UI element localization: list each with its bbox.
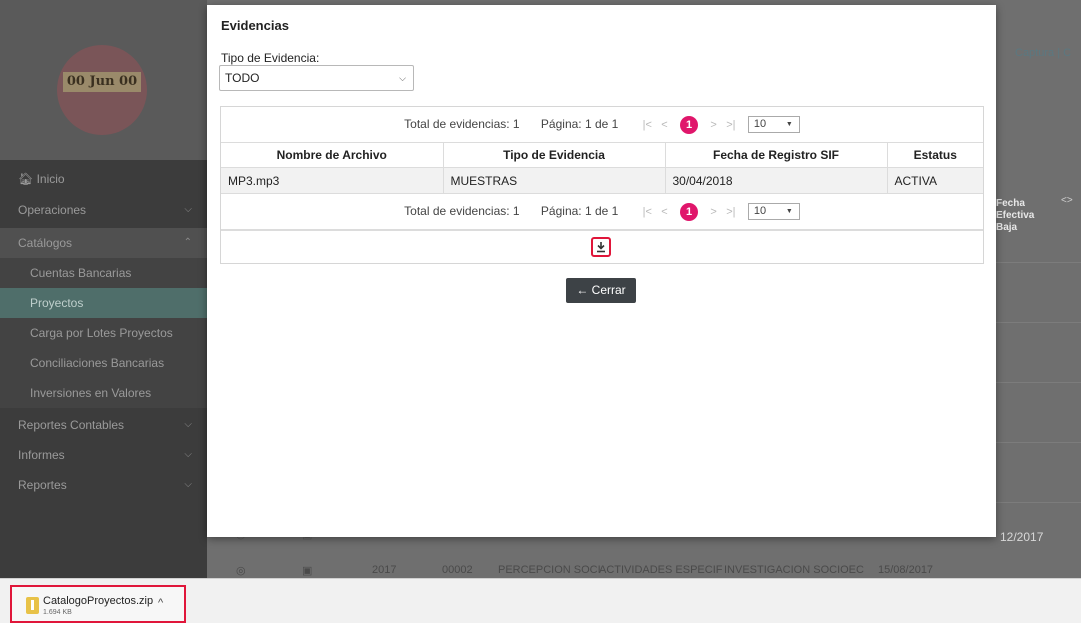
download-icon <box>597 242 605 253</box>
evidencias-modal: Evidencias Tipo de Evidencia: TODO ⌵ Tot… <box>207 5 996 537</box>
evidence-table: Total de evidencias: 1 Página: 1 de 1 |<… <box>220 106 984 264</box>
sidebar-item-proyectos[interactable]: Proyectos <box>0 288 207 318</box>
table-cell: ACTIVIDADES ESPECIF <box>599 564 723 576</box>
registration-date-cell: 30/04/2018 <box>665 167 888 194</box>
chevron-down-icon: ⌵ <box>399 73 406 83</box>
row-divider <box>996 442 1081 443</box>
column-header[interactable]: Tipo de Evidencia <box>443 143 666 168</box>
chevron-down-icon: ⌵ <box>184 204 192 215</box>
chevron-up-icon: ⌃ <box>183 237 192 248</box>
sidebar-item-inversiones[interactable]: Inversiones en Valores <box>0 378 207 408</box>
evidence-grid: Nombre de Archivo Tipo de Evidencia Fech… <box>221 143 983 194</box>
page-1-button[interactable]: 1 <box>680 115 699 134</box>
pager-total: Total de evidencias: 1 <box>404 204 520 218</box>
sidebar-item-reportes-contables[interactable]: Reportes Contables ⌵ <box>0 410 207 440</box>
evidence-type-label: Tipo de Evidencia: <box>221 51 320 65</box>
download-button[interactable] <box>591 237 611 257</box>
page-1-button[interactable]: 1 <box>680 202 699 221</box>
sidebar-item-cuentas-bancarias[interactable]: Cuentas Bancarias <box>0 258 207 288</box>
close-button[interactable]: ← Cerrar <box>566 278 636 303</box>
table-row[interactable]: MP3.mp3 MUESTRAS 30/04/2018 ACTIVA <box>221 167 983 194</box>
file-name-cell: MP3.mp3 <box>221 167 444 194</box>
sidebar-item-label: Informes <box>18 448 65 462</box>
pager-total: Total de evidencias: 1 <box>404 117 520 131</box>
table-cell: 2017 <box>372 564 397 576</box>
table-cell: PERCEPCION SOCI <box>498 564 601 576</box>
last-page-icon[interactable]: >| <box>726 206 735 218</box>
chevron-down-icon: ⌵ <box>184 479 192 490</box>
sidebar: 00 Jun 00 🏠︎ Inicio Operaciones ⌵ Catálo… <box>0 0 207 578</box>
next-page-icon[interactable]: > <box>710 206 716 218</box>
sidebar-item-label: Conciliaciones Bancarias <box>30 356 165 370</box>
document-icon[interactable]: ▣ <box>302 564 312 577</box>
zip-file-icon <box>26 597 39 614</box>
table-cell: 00002 <box>442 564 473 576</box>
chevron-up-icon[interactable]: ^ <box>158 597 163 609</box>
modal-title: Evidencias <box>221 18 289 33</box>
column-header[interactable]: Estatus <box>887 143 983 168</box>
dropdown-triangle-icon: ▼ <box>785 121 793 129</box>
download-file-size: 1.694 KB <box>43 609 72 616</box>
prev-page-icon[interactable]: < <box>661 206 667 218</box>
pager-bottom: Total de evidencias: 1 Página: 1 de 1 |<… <box>221 194 983 230</box>
table-cell: INVESTIGACION SOCIOEC <box>724 564 864 576</box>
download-bar: CatalogoProyectos.zip 1.694 KB ^ <box>0 578 1081 623</box>
row-divider <box>996 502 1081 503</box>
evidence-type-select[interactable]: TODO ⌵ <box>219 65 414 91</box>
sidebar-item-label: Operaciones <box>18 203 87 217</box>
dropdown-triangle-icon: ▼ <box>785 208 793 216</box>
prev-page-icon[interactable]: < <box>661 119 667 131</box>
row-divider <box>996 322 1081 323</box>
logo-area: 00 Jun 00 <box>0 0 207 160</box>
page-size-value: 10 <box>753 205 767 218</box>
pager-top: Total de evidencias: 1 Página: 1 de 1 |<… <box>221 107 983 143</box>
first-page-icon[interactable]: |< <box>643 119 652 131</box>
table-cell: 15/08/2017 <box>878 564 934 576</box>
first-page-icon[interactable]: |< <box>643 206 652 218</box>
column-header-fecha-baja: Fecha Efectiva Baja <box>996 198 1035 233</box>
next-page-icon[interactable]: > <box>710 119 716 131</box>
pager-page-info: Página: 1 de 1 <box>540 117 619 131</box>
evidence-type-value: TODO <box>225 71 260 85</box>
logo-date: 00 Jun 00 <box>63 72 141 92</box>
download-file-name: CatalogoProyectos.zip <box>43 595 154 607</box>
last-page-icon[interactable]: >| <box>726 119 735 131</box>
chevron-down-icon: ⌵ <box>184 449 192 460</box>
row-divider <box>996 382 1081 383</box>
sidebar-item-label: Reportes <box>18 478 67 492</box>
chevron-down-icon: ⌵ <box>184 419 192 430</box>
sidebar-item-label: Proyectos <box>30 296 84 310</box>
sidebar-item-operaciones[interactable]: Operaciones ⌵ <box>0 195 207 225</box>
page-size-select[interactable]: 10 ▼ <box>747 116 800 134</box>
sidebar-item-carga-lotes[interactable]: Carga por Lotes Proyectos <box>0 318 207 348</box>
column-resize-icon: <> <box>1061 195 1073 206</box>
sidebar-item-label: Carga por Lotes Proyectos <box>30 326 173 340</box>
page-size-select[interactable]: 10 ▼ <box>747 203 800 221</box>
sidebar-item-inicio[interactable]: 🏠︎ Inicio <box>0 164 207 194</box>
evidence-type-cell: MUESTRAS <box>443 167 666 194</box>
expand-icon[interactable]: ◎ <box>236 564 246 577</box>
sidebar-item-label: Catálogos <box>18 236 73 250</box>
page-size-value: 10 <box>753 118 767 131</box>
sidebar-item-reportes[interactable]: Reportes ⌵ <box>0 470 207 500</box>
sidebar-item-label: Inversiones en Valores <box>30 386 152 400</box>
sidebar-item-informes[interactable]: Informes ⌵ <box>0 440 207 470</box>
pager-page-info: Página: 1 de 1 <box>540 204 619 218</box>
row-divider <box>996 262 1081 263</box>
home-icon: 🏠︎ <box>18 172 34 186</box>
sidebar-item-label: Inicio <box>36 172 65 186</box>
sidebar-item-label: Cuentas Bancarias <box>30 266 132 280</box>
breadcrumb: Captura | C <box>1015 47 1072 59</box>
download-item[interactable]: CatalogoProyectos.zip 1.694 KB ^ <box>10 585 186 623</box>
column-header[interactable]: Nombre de Archivo <box>221 143 444 168</box>
download-row <box>221 230 983 263</box>
table-cell: 12/2017 <box>1000 530 1044 544</box>
status-cell: ACTIVA <box>887 167 983 194</box>
column-header[interactable]: Fecha de Registro SIF <box>665 143 888 168</box>
sidebar-item-catalogos[interactable]: Catálogos ⌃ <box>0 228 207 258</box>
sidebar-item-label: Reportes Contables <box>18 418 125 432</box>
sidebar-item-conciliaciones[interactable]: Conciliaciones Bancarias <box>0 348 207 378</box>
